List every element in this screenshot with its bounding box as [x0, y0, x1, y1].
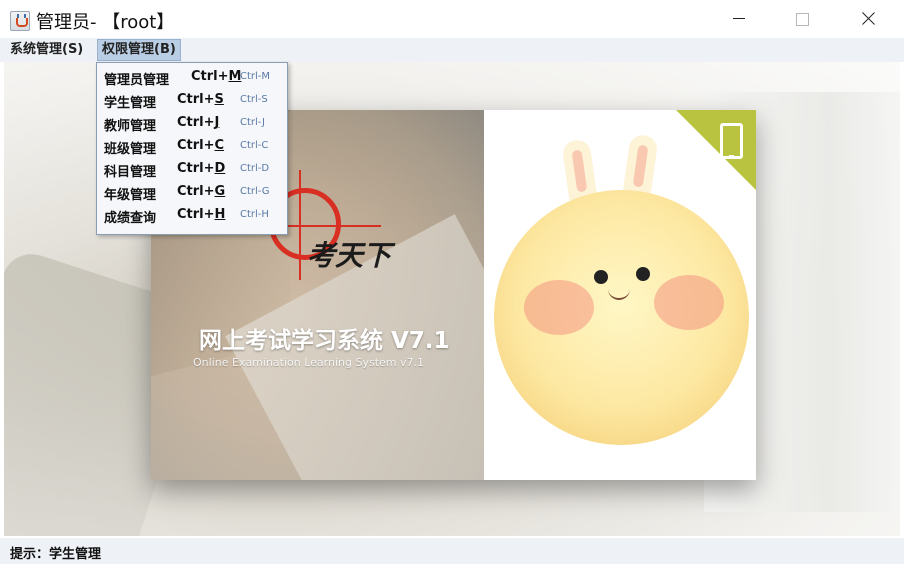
menu-item-subject-management[interactable]: 科目管理 Ctrl+D Ctrl-D — [97, 158, 287, 181]
bunny-cheek — [524, 280, 594, 335]
menu-item-grade-management[interactable]: 年级管理 Ctrl+G Ctrl-G — [97, 181, 287, 204]
close-icon[interactable] — [845, 0, 891, 38]
menu-item-accelerator: Ctrl+S — [177, 92, 224, 107]
permission-menu-popup: 管理员管理 Ctrl+M Ctrl-M 学生管理 Ctrl+S Ctrl-S 教… — [96, 62, 288, 235]
menu-item-hint: Ctrl-M — [240, 71, 271, 82]
menu-item-label: 管理员管理 — [104, 73, 170, 88]
status-text: 提示：学生管理 — [10, 547, 102, 562]
menu-item-label: 班级管理 — [104, 142, 157, 157]
maximize-icon[interactable] — [780, 0, 826, 38]
status-bar: 提示：学生管理 — [0, 538, 904, 564]
menu-item-label: 教师管理 — [104, 119, 157, 134]
menu-item-score-query[interactable]: 成绩查询 Ctrl+H Ctrl-H — [97, 204, 287, 227]
bunny-eye — [636, 267, 650, 281]
menu-item-accelerator: Ctrl+G — [177, 184, 226, 199]
menu-system-management[interactable]: 系统管理(S) — [6, 40, 87, 60]
java-app-icon — [10, 11, 30, 31]
menu-item-hint: Ctrl-S — [240, 94, 268, 105]
splash-illustration — [484, 110, 756, 480]
menu-item-admin-management[interactable]: 管理员管理 Ctrl+M Ctrl-M — [97, 66, 287, 89]
splash-title: 网上考试学习系统 V7.1 — [199, 328, 450, 354]
bunny-cheek — [654, 275, 724, 330]
minimize-icon[interactable] — [716, 0, 762, 38]
menu-item-label: 科目管理 — [104, 165, 157, 180]
corner-tab — [676, 110, 756, 190]
menu-bar: 系统管理(S) 权限管理(B) — [0, 38, 904, 62]
menu-item-hint: Ctrl-D — [240, 163, 270, 174]
menu-item-class-management[interactable]: 班级管理 Ctrl+C Ctrl-C — [97, 135, 287, 158]
menu-item-hint: Ctrl-J — [240, 117, 265, 128]
logo-line — [299, 170, 301, 280]
title-bar: 管理员- 【root】 — [0, 0, 904, 38]
splash-logo-text: 考天下 — [307, 239, 392, 272]
window-title: 管理员- 【root】 — [36, 12, 175, 33]
bunny-eye — [594, 270, 608, 284]
menu-item-accelerator: Ctrl+C — [177, 138, 225, 153]
menu-item-accelerator: Ctrl+M — [191, 69, 242, 84]
menu-item-label: 成绩查询 — [104, 211, 157, 226]
menu-item-hint: Ctrl-C — [240, 140, 269, 151]
phone-icon — [720, 123, 743, 159]
menu-item-accelerator: Ctrl+H — [177, 207, 226, 222]
menu-item-teacher-management[interactable]: 教师管理 Ctrl+J Ctrl-J — [97, 112, 287, 135]
splash-subtitle: Online Examination Learning System v7.1 — [193, 356, 424, 369]
menu-item-hint: Ctrl-G — [240, 186, 270, 197]
menu-item-hint: Ctrl-H — [240, 209, 269, 220]
menu-item-label: 学生管理 — [104, 96, 157, 111]
menu-permission-management[interactable]: 权限管理(B) — [97, 39, 181, 61]
menu-item-label: 年级管理 — [104, 188, 157, 203]
menu-item-accelerator: Ctrl+J — [177, 115, 220, 130]
menu-item-accelerator: Ctrl+D — [177, 161, 226, 176]
menu-item-student-management[interactable]: 学生管理 Ctrl+S Ctrl-S — [97, 89, 287, 112]
